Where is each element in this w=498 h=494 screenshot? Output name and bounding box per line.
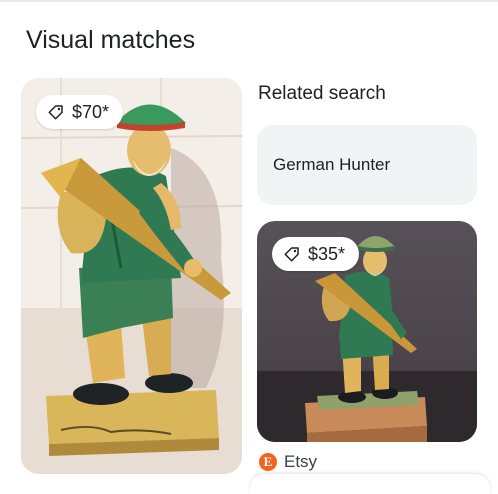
result-card-1[interactable] (21, 78, 242, 474)
price-badge: $35* (272, 237, 360, 271)
figurine-photo-1 (21, 78, 242, 474)
price-badge: $70* (36, 95, 124, 129)
source-name: Etsy (284, 452, 318, 471)
price-tag-icon (284, 247, 299, 262)
related-search-title: Related search (258, 83, 386, 104)
price-label: $35* (308, 243, 346, 264)
price-label: $70* (72, 101, 110, 122)
related-search-chip[interactable]: German Hunter (257, 125, 477, 205)
result-source[interactable]: E Etsy (259, 452, 317, 472)
related-search-query: German Hunter (273, 155, 391, 174)
price-tag-icon (48, 105, 63, 120)
top-divider (0, 0, 498, 2)
section-heading: Visual matches (26, 26, 196, 54)
next-result-card-edge (250, 474, 490, 494)
etsy-logo-icon: E (259, 453, 277, 471)
